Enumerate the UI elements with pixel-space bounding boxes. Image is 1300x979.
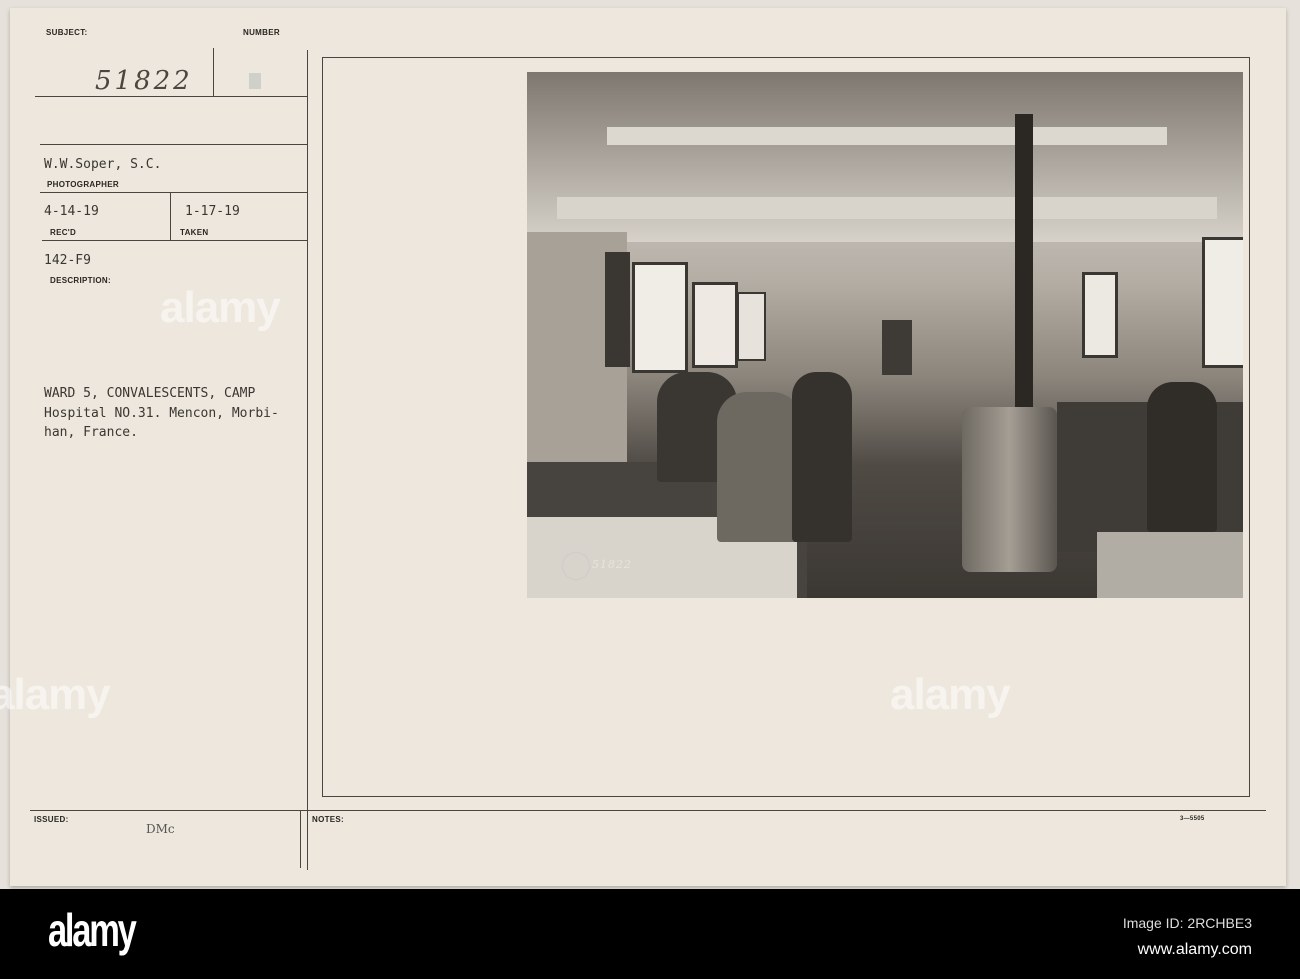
ward-photograph: 51822 bbox=[527, 72, 1243, 598]
issued-label: ISSUED: bbox=[34, 815, 69, 824]
site-url: www.alamy.com bbox=[1137, 941, 1252, 958]
divider bbox=[42, 240, 308, 241]
divider bbox=[307, 50, 308, 870]
taken-label: TAKEN bbox=[180, 228, 209, 237]
alamy-logo: alamy bbox=[48, 904, 137, 956]
photographer-label: PHOTOGRAPHER bbox=[47, 180, 119, 189]
issued-value: DMc bbox=[146, 822, 175, 836]
divider bbox=[300, 810, 301, 868]
description-line: Hospital NO.31. Mencon, Morbi- bbox=[44, 406, 279, 421]
subject-label: SUBJECT: bbox=[46, 28, 88, 37]
image-id: Image ID: 2RCHBE3 bbox=[1122, 915, 1252, 931]
photographer-name: W.W.Soper, S.C. bbox=[44, 157, 162, 172]
number-label: NUMBER bbox=[243, 28, 280, 37]
negative-number: 51822 bbox=[592, 558, 632, 571]
description-label: DESCRIPTION: bbox=[50, 276, 111, 285]
stock-footer: alamy Image ID: 2RCHBE3 www.alamy.com bbox=[0, 889, 1300, 979]
subject-number: 51822 bbox=[95, 66, 193, 96]
received-label: REC'D bbox=[50, 228, 77, 237]
watermark: alamy bbox=[160, 283, 281, 332]
form-number: 3—5505 bbox=[1180, 816, 1205, 822]
taken-date: 1-17-19 bbox=[185, 204, 240, 219]
received-date: 4-14-19 bbox=[44, 204, 99, 219]
divider bbox=[170, 193, 171, 240]
number-stamp-icon bbox=[249, 73, 261, 89]
watermark: alamy bbox=[890, 670, 1011, 719]
divider bbox=[40, 144, 308, 145]
divider bbox=[213, 48, 214, 96]
divider bbox=[35, 96, 307, 97]
file-code: 142-F9 bbox=[44, 253, 91, 268]
description-line: han, France. bbox=[44, 425, 138, 440]
watermark: alamy bbox=[0, 670, 111, 719]
description-line: WARD 5, CONVALESCENTS, CAMP bbox=[44, 386, 256, 401]
divider bbox=[40, 192, 308, 193]
divider bbox=[30, 810, 1266, 811]
signal-corps-stamp-icon bbox=[562, 552, 590, 580]
notes-label: NOTES: bbox=[312, 815, 345, 824]
